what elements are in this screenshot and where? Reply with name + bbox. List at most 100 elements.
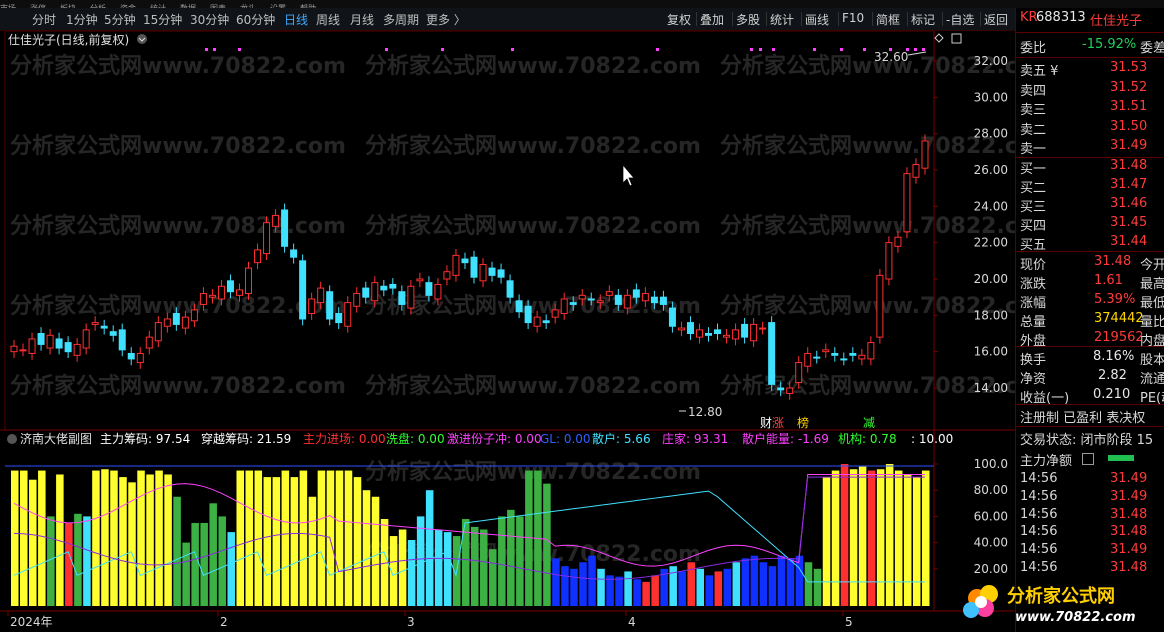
stat-label: 换手 xyxy=(1020,353,1047,368)
period-tab[interactable]: 5分钟 xyxy=(104,11,136,28)
watermark-text: 分析家公式网www.70822.com xyxy=(365,213,701,239)
event-tag[interactable]: 减 xyxy=(863,416,875,430)
indicator-bar xyxy=(489,549,497,606)
indicator-bar xyxy=(191,522,199,606)
indicator-bar xyxy=(335,470,344,606)
period-tab[interactable]: 月线 xyxy=(350,11,374,28)
indicator-readout: 穿越筹码: 21.59 xyxy=(201,431,291,446)
indicator-bar xyxy=(407,539,416,606)
watermark-text: 分析家公式网www.70822.com xyxy=(365,293,701,319)
signal-marker xyxy=(511,48,514,51)
indicator-bar xyxy=(849,469,858,606)
period-tab[interactable]: 日线 xyxy=(284,11,308,28)
period-tab[interactable]: 分时 xyxy=(32,11,56,28)
indicator-bar xyxy=(236,470,245,606)
indicator-bar xyxy=(831,470,840,606)
candle xyxy=(903,167,911,239)
weibi-label: 委比 xyxy=(1020,41,1047,56)
site-logo: 分析家公式网 www.70822.com xyxy=(963,585,1136,625)
watermark-text: 分析家公式网www.70822.com xyxy=(365,459,701,485)
indicator-bar xyxy=(110,470,118,606)
ask-price: 31.50 xyxy=(1110,118,1148,134)
chart-canvas[interactable]: 分析家公式网www.70822.com 分析家公式网www.70822.com 分析… xyxy=(0,31,1015,632)
indicator-bar xyxy=(263,477,272,606)
stat-extra-label: 最高 xyxy=(1140,277,1164,292)
toolbar-button[interactable]: -自选 xyxy=(946,11,974,28)
indicator-bar xyxy=(308,496,317,606)
watermark-text: 分析家公式网www.70822.com xyxy=(365,53,701,79)
event-tag[interactable]: 榜 xyxy=(797,415,809,430)
indicator-bar xyxy=(606,575,614,606)
bid-price: 31.48 xyxy=(1110,158,1148,173)
signal-marker xyxy=(772,48,775,51)
indicator-bar xyxy=(696,568,705,606)
toolbar-button[interactable]: 统计 xyxy=(770,11,794,28)
indicator-readout: GL: 0.00 xyxy=(540,432,591,446)
indicator-bar xyxy=(597,568,605,606)
indicator-bar xyxy=(498,516,506,606)
ask-price: 31.52 xyxy=(1110,79,1148,95)
period-tab[interactable]: 15分钟 xyxy=(143,11,182,28)
indicator-readout: 机构: 0.78 xyxy=(838,431,897,446)
toolbar-button[interactable]: 简框 xyxy=(876,11,900,28)
period-tab[interactable]: 多周期 xyxy=(383,11,419,28)
tick-time: 14:56 xyxy=(1020,560,1058,575)
indicator-bar xyxy=(218,516,226,606)
net-label: 主力净额 xyxy=(1020,454,1073,469)
stat-value: 31.48 xyxy=(1094,254,1132,269)
indicator-bar xyxy=(38,470,46,606)
tick-price: 31.48 xyxy=(1110,524,1148,540)
stat-label: 净资 xyxy=(1020,372,1047,387)
bid-label: 买三 xyxy=(1020,200,1047,215)
indicator-bar xyxy=(119,477,127,606)
indicator-bar xyxy=(425,490,434,606)
indicator-bar xyxy=(858,466,867,606)
indicator-readout: 散户能量: -1.69 xyxy=(742,431,829,446)
toolbar-button[interactable]: 标记 xyxy=(911,11,935,28)
toolbar-button[interactable]: 返回 xyxy=(984,11,1008,28)
indicator-bar xyxy=(47,516,55,606)
flower-icon xyxy=(963,585,998,618)
ask-price: 31.51 xyxy=(1110,99,1148,114)
collapse-icon[interactable] xyxy=(7,434,17,444)
toolbar-button[interactable]: 多股 xyxy=(736,11,760,28)
toolbar-button[interactable]: F10 xyxy=(842,11,864,25)
indicator-bar xyxy=(155,470,163,606)
period-tab[interactable]: 30分钟 xyxy=(190,11,229,28)
indicator-bar xyxy=(272,477,281,606)
watermark-text: 分析家公式网www.70822.com xyxy=(10,53,346,79)
high-price-label: 32.60 xyxy=(874,50,908,64)
event-tag[interactable]: 财 xyxy=(760,416,772,430)
indicator-bar xyxy=(786,558,795,606)
indicator-bar xyxy=(516,516,524,606)
period-tab[interactable]: 周线 xyxy=(316,11,340,28)
indicator-bar xyxy=(299,470,308,606)
indicator-bar xyxy=(651,575,659,606)
indicator-name[interactable]: 济南大佬副图 xyxy=(20,431,92,446)
indicator-bar xyxy=(173,496,181,606)
bid-label: 买一 xyxy=(1020,162,1047,177)
toolbar-button[interactable]: 叠加 xyxy=(700,11,724,28)
toolbar-button[interactable]: 画线 xyxy=(805,11,829,28)
period-tab[interactable]: 1分钟 xyxy=(66,11,98,28)
period-tab[interactable]: 更多 〉 xyxy=(426,11,466,28)
indicator-bar xyxy=(182,542,190,606)
divider xyxy=(1016,32,1164,33)
indicator-bar xyxy=(281,470,290,606)
list-icon[interactable] xyxy=(1082,453,1094,465)
indicator-readout: 庄家: 93.31 xyxy=(662,431,728,446)
price-tick-label: 18.00 xyxy=(974,308,1008,322)
event-tag[interactable]: 涨 xyxy=(772,415,784,430)
indicator-bar xyxy=(705,575,714,606)
logo-url: www.70822.com xyxy=(1015,610,1136,625)
price-tick-label: 26.00 xyxy=(974,163,1008,177)
period-tab[interactable]: 60分钟 xyxy=(236,11,275,28)
indicator-bar xyxy=(768,566,777,606)
ask-price: 31.49 xyxy=(1110,138,1148,153)
indicator-bar xyxy=(876,469,885,606)
indicator-readout: : 10.00 xyxy=(911,432,953,446)
stat-label: 涨跌 xyxy=(1020,277,1047,292)
toolbar-button[interactable]: 复权 xyxy=(667,11,691,28)
collapse-icon[interactable] xyxy=(137,34,147,44)
watermark-text: 分析家公式网www.70822.com xyxy=(365,133,701,159)
